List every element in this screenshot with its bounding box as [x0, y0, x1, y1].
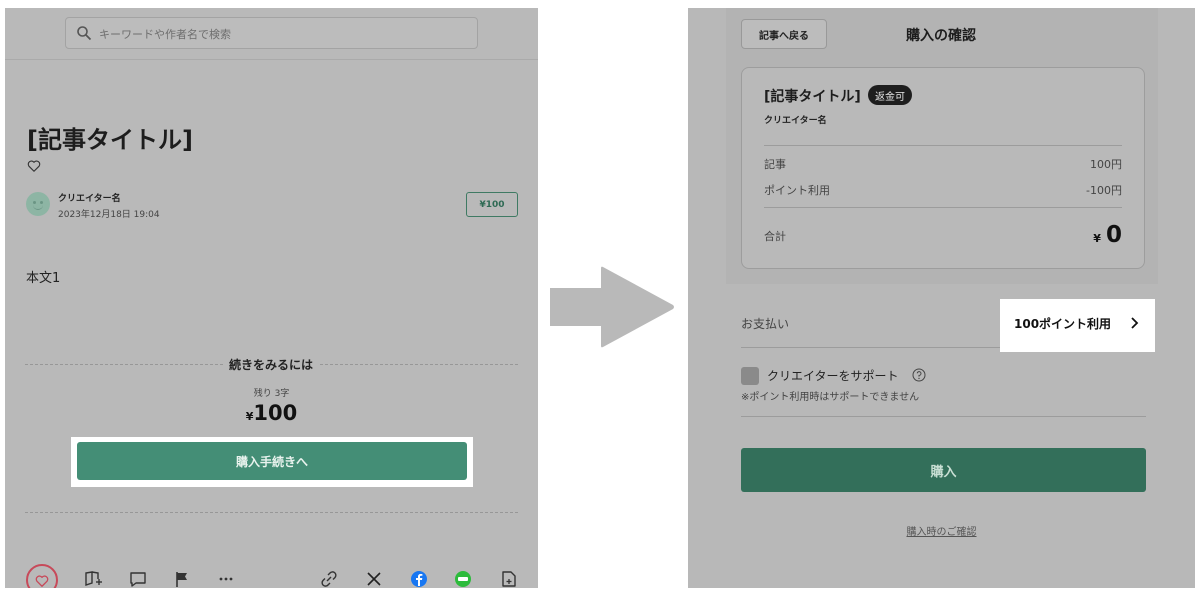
like-button[interactable] [26, 564, 58, 588]
refundable-badge: 返金可 [868, 85, 912, 105]
remaining-chars: 残り 3字 [253, 389, 290, 399]
back-to-article-button[interactable]: 記事へ戻る [741, 19, 827, 49]
card-divider [764, 207, 1122, 208]
price-value: 100 [253, 401, 298, 425]
creator-avatar[interactable] [26, 192, 50, 216]
row-value-points: -100円 [1086, 184, 1122, 197]
search-placeholder: キーワードや作者名で検索 [99, 28, 231, 41]
more-icon[interactable] [216, 569, 236, 588]
publish-date: 2023年12月18日 19:04 [58, 210, 160, 220]
creator-name[interactable]: クリエイター名 [58, 191, 121, 204]
price-badge[interactable]: ¥100 [466, 192, 518, 217]
search-input[interactable]: キーワードや作者名で検索 [65, 17, 478, 49]
row-label-points: ポイント利用 [764, 184, 830, 197]
purchase-notes-link[interactable]: 購入時のご確認 [688, 523, 1195, 538]
page-title: 購入の確認 [906, 28, 976, 44]
card-divider [764, 145, 1122, 146]
like-heart-icon [35, 575, 49, 587]
order-summary-card: [記事タイトル] 返金可 クリエイター名 記事 100円 ポイント利用 -100… [741, 67, 1145, 269]
purchase-confirmation-panel: 記事へ戻る 購入の確認 [記事タイトル] 返金可 クリエイター名 記事 100円… [688, 8, 1195, 588]
copy-link-icon[interactable] [319, 569, 339, 588]
x-share-icon[interactable] [364, 569, 384, 588]
help-icon[interactable] [912, 368, 926, 382]
add-to-magazine-icon[interactable] [83, 569, 103, 588]
row-value-article: 100円 [1090, 158, 1122, 171]
purchase-procedure-button[interactable]: 購入手続きへ [77, 442, 467, 480]
payment-method-selector[interactable]: 100ポイント利用 [1014, 315, 1111, 332]
save-icon[interactable] [499, 569, 519, 588]
facebook-share-icon[interactable] [409, 569, 429, 588]
search-icon [77, 26, 92, 41]
total-amount: ¥ 0 [1093, 222, 1122, 248]
footer-divider [25, 512, 518, 513]
article-page-panel: キーワードや作者名で検索 [記事タイトル] クリエイター名 2023年12月18… [5, 8, 538, 588]
paywall-heading: 続きをみるには [223, 356, 320, 373]
card-article-title: [記事タイトル] [764, 89, 861, 105]
total-value: 0 [1105, 222, 1122, 248]
line-share-icon[interactable] [453, 569, 473, 588]
support-creator-checkbox[interactable] [741, 367, 759, 385]
paywall-price: ¥100 [5, 401, 538, 425]
support-note: ※ポイント利用時はサポートできません [741, 392, 920, 403]
report-flag-icon[interactable] [172, 569, 192, 588]
support-divider [741, 416, 1146, 417]
card-creator-name: クリエイター名 [764, 116, 827, 126]
purchase-button[interactable]: 購入 [741, 448, 1146, 492]
payment-label: お支払い [741, 317, 790, 331]
total-label: 合計 [764, 230, 786, 243]
chevron-right-icon[interactable] [1129, 316, 1139, 330]
comment-icon[interactable] [128, 569, 148, 588]
row-label-article: 記事 [764, 158, 786, 171]
article-body: 本文1 [26, 271, 61, 286]
support-creator-label[interactable]: クリエイターをサポート [767, 367, 899, 384]
like-heart-icon[interactable] [27, 159, 41, 173]
currency-symbol: ¥ [1093, 232, 1101, 245]
article-title: [記事タイトル] [27, 126, 193, 154]
flow-arrow-icon [550, 266, 674, 348]
header-bar: キーワードや作者名で検索 [5, 8, 538, 60]
